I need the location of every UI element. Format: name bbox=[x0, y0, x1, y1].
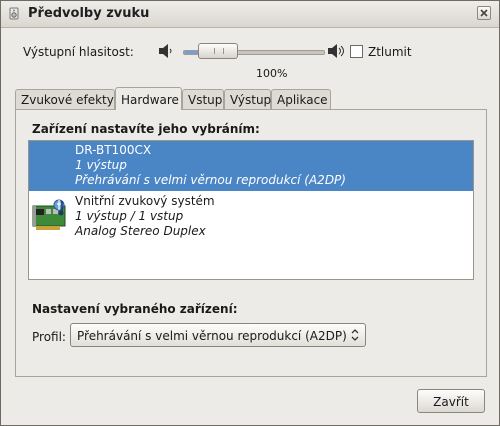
device-text: Vnitřní zvukový systém 1 výstup / 1 vstu… bbox=[75, 194, 215, 239]
mute-checkbox[interactable]: Ztlumit bbox=[350, 45, 412, 59]
tab-input[interactable]: Vstup bbox=[182, 89, 224, 109]
tab-output[interactable]: Výstup bbox=[224, 89, 271, 109]
close-button[interactable]: Zavřít bbox=[417, 389, 485, 413]
tab-sound-effects[interactable]: Zvukové efekty bbox=[15, 89, 115, 109]
volume-percent: 100% bbox=[256, 67, 288, 80]
device-ports: 1 výstup / 1 vstup bbox=[75, 209, 184, 223]
device-settings-title: Nastavení vybraného zařízení: bbox=[32, 302, 238, 316]
tab-applications[interactable]: Aplikace bbox=[271, 89, 331, 109]
mute-label: Ztlumit bbox=[368, 45, 412, 59]
device-name: DR-BT100CX bbox=[75, 143, 152, 157]
device-ports: 1 výstup bbox=[75, 158, 127, 172]
device-row-bluetooth[interactable]: DR-BT100CX 1 výstup Přehrávání s velmi v… bbox=[29, 141, 473, 191]
device-text: DR-BT100CX 1 výstup Přehrávání s velmi v… bbox=[75, 143, 346, 188]
close-icon bbox=[480, 9, 488, 17]
device-row-internal[interactable]: Vnitřní zvukový systém 1 výstup / 1 vstu… bbox=[29, 192, 473, 242]
device-profile: Přehrávání s velmi věrnou reprodukcí (A2… bbox=[75, 173, 346, 187]
volume-row: Výstupní hlasitost: Ztlumit bbox=[1, 41, 499, 63]
profile-select[interactable]: Přehrávání s velmi věrnou reprodukcí (A2… bbox=[70, 323, 366, 347]
volume-label: Výstupní hlasitost: bbox=[23, 45, 134, 59]
updown-arrows-icon bbox=[351, 329, 359, 341]
sound-card-icon bbox=[32, 199, 66, 230]
volume-slider-thumb[interactable] bbox=[198, 43, 238, 59]
device-profile: Analog Stereo Duplex bbox=[75, 224, 206, 238]
profile-select-value: Přehrávání s velmi věrnou reprodukcí (A2… bbox=[77, 329, 347, 343]
sound-preferences-window: Předvolby zvuku Výstupní hlasitost: Ztlu… bbox=[0, 0, 500, 426]
tab-hardware[interactable]: Hardware bbox=[115, 87, 182, 110]
window-title: Předvolby zvuku bbox=[28, 6, 150, 21]
app-icon bbox=[9, 7, 19, 20]
volume-high-icon[interactable] bbox=[327, 43, 347, 59]
hardware-panel: Zařízení nastavíte jeho vybráním: DR-BT1… bbox=[15, 109, 487, 377]
volume-slider[interactable] bbox=[183, 41, 325, 63]
device-section-title: Zařízení nastavíte jeho vybráním: bbox=[32, 122, 260, 136]
window-close-button[interactable] bbox=[477, 6, 491, 20]
profile-label: Profil: bbox=[32, 330, 66, 344]
mute-checkbox-box[interactable] bbox=[350, 45, 363, 58]
volume-low-icon[interactable] bbox=[158, 43, 176, 59]
device-list[interactable]: DR-BT100CX 1 výstup Přehrávání s velmi v… bbox=[28, 140, 474, 280]
title-bar: Předvolby zvuku bbox=[1, 1, 499, 28]
device-name: Vnitřní zvukový systém bbox=[75, 194, 215, 208]
